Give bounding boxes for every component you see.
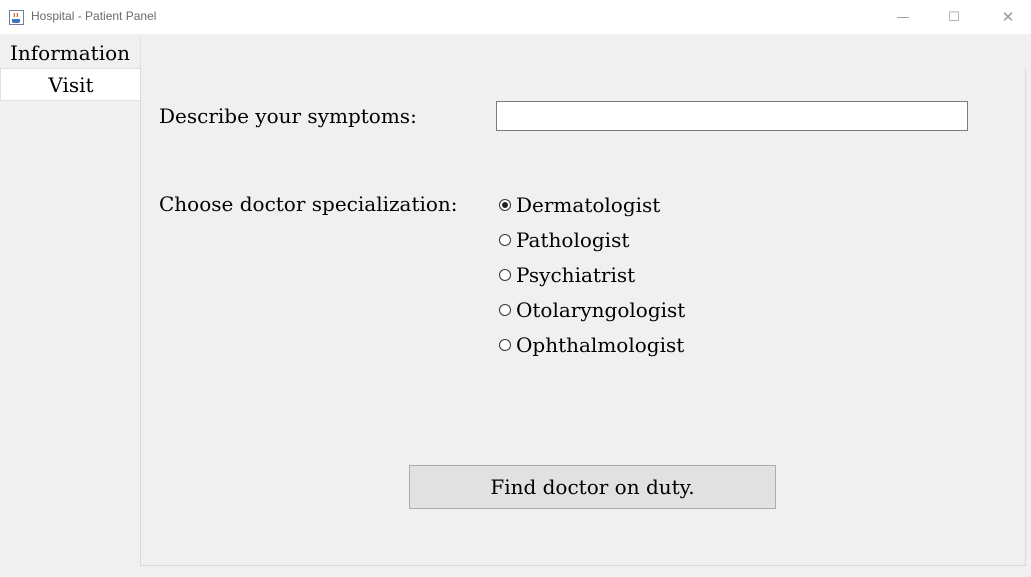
tab-strip: Information Visit <box>0 34 141 577</box>
radio-dermatologist[interactable]: Dermatologist <box>499 190 660 220</box>
window-title: Hospital - Patient Panel <box>31 9 157 23</box>
radio-checked-icon[interactable] <box>499 199 511 211</box>
radio-label-dermatologist: Dermatologist <box>516 193 661 217</box>
specialization-label: Choose doctor specialization: <box>159 192 458 216</box>
radio-pathologist[interactable]: Pathologist <box>499 225 629 255</box>
radio-psychiatrist[interactable]: Psychiatrist <box>499 260 635 290</box>
radio-unchecked-icon[interactable] <box>499 304 511 316</box>
minimize-icon: — <box>896 9 910 25</box>
symptoms-label: Describe your symptoms: <box>159 104 417 128</box>
radio-label-ophthalmologist: Ophthalmologist <box>516 333 685 357</box>
title-bar: Hospital - Patient Panel — ☐ ✕ <box>0 0 1031 34</box>
radio-otolaryngologist[interactable]: Otolaryngologist <box>499 295 685 325</box>
tab-visit[interactable]: Visit <box>0 68 141 101</box>
maximize-button[interactable]: ☐ <box>931 0 977 34</box>
close-icon: ✕ <box>1001 8 1015 26</box>
maximize-icon: ☐ <box>948 9 960 25</box>
tab-information[interactable]: Information <box>0 37 141 68</box>
symptoms-input[interactable] <box>496 101 968 131</box>
radio-unchecked-icon[interactable] <box>499 339 511 351</box>
radio-unchecked-icon[interactable] <box>499 234 511 246</box>
window-body: Information Visit Describe your symptoms… <box>0 34 1031 577</box>
radio-unchecked-icon[interactable] <box>499 269 511 281</box>
radio-label-otolaryngologist: Otolaryngologist <box>516 298 686 322</box>
close-button[interactable]: ✕ <box>985 0 1031 34</box>
find-doctor-button[interactable]: Find doctor on duty. <box>409 465 776 509</box>
radio-ophthalmologist[interactable]: Ophthalmologist <box>499 330 684 360</box>
radio-label-psychiatrist: Psychiatrist <box>516 263 636 287</box>
minimize-button[interactable]: — <box>880 0 926 34</box>
java-cup-icon <box>9 10 24 25</box>
visit-panel: Describe your symptoms: Choose doctor sp… <box>140 68 1026 566</box>
radio-label-pathologist: Pathologist <box>516 228 630 252</box>
